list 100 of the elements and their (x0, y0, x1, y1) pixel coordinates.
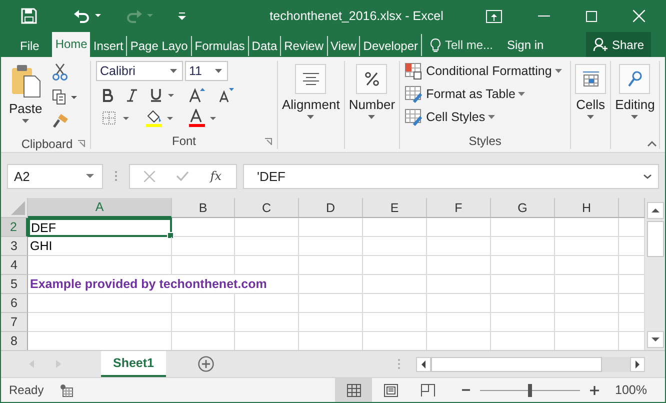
ribbon-tab[interactable]: File (1, 35, 52, 57)
close-icon[interactable] (633, 10, 645, 22)
column-header[interactable]: B (172, 198, 235, 218)
scroll-thumb[interactable] (646, 221, 664, 257)
table-cell[interactable] (491, 294, 555, 313)
table-cell[interactable] (299, 218, 363, 237)
redo-icon[interactable] (125, 8, 155, 24)
minimize-icon[interactable] (538, 15, 550, 17)
share-button[interactable]: Share (586, 32, 651, 57)
table-cell[interactable] (28, 313, 172, 332)
table-cell[interactable]: DEF (28, 218, 172, 237)
table-cell[interactable] (427, 275, 491, 294)
grow-font-icon[interactable] (189, 87, 205, 103)
styles-menu-button[interactable]: Cell Styles (405, 107, 566, 127)
table-cell[interactable] (172, 256, 235, 275)
table-cell[interactable] (299, 256, 363, 275)
table-cell[interactable] (299, 294, 363, 313)
row-header[interactable]: 5 (1, 275, 28, 294)
editing-button[interactable]: Editing (615, 61, 655, 119)
select-all-button[interactable] (1, 198, 28, 218)
view-button[interactable] (335, 378, 372, 402)
table-cell[interactable] (427, 256, 491, 275)
expand-icon[interactable] (643, 174, 652, 178)
column-header[interactable]: A (28, 198, 172, 218)
maximize-icon[interactable] (586, 10, 597, 22)
column-header[interactable]: H (555, 198, 619, 218)
alignment-button[interactable]: Alignment (282, 61, 340, 119)
ribbon-tab[interactable]: Developer (359, 36, 421, 56)
zoom-out-icon[interactable] (462, 386, 470, 394)
format-painter-icon[interactable] (52, 113, 70, 129)
tell-me-field[interactable]: Tell me... (445, 38, 501, 52)
table-cell[interactable] (491, 256, 555, 275)
table-cell[interactable] (555, 275, 619, 294)
formula-field[interactable]: 'DEF (243, 164, 659, 188)
table-cell[interactable] (363, 313, 427, 332)
table-cell[interactable] (427, 237, 491, 256)
table-cell[interactable] (363, 275, 427, 294)
customize-toolbar-icon[interactable] (177, 11, 187, 21)
bold-icon[interactable] (102, 88, 114, 102)
table-cell[interactable]: Example provided by techonthenet.com (28, 275, 299, 294)
table-cell[interactable] (235, 313, 299, 332)
styles-menu-button[interactable]: Conditional Formatting (405, 61, 566, 81)
table-cell[interactable] (172, 313, 235, 332)
table-cell[interactable] (363, 237, 427, 256)
italic-icon[interactable] (127, 88, 137, 102)
save-icon[interactable] (21, 8, 37, 24)
ribbon-tab[interactable]: Review (280, 36, 326, 56)
table-cell[interactable] (427, 313, 491, 332)
table-cell[interactable] (555, 256, 619, 275)
ribbon-tab[interactable]: Home (52, 32, 90, 57)
next-sheet-icon[interactable] (55, 360, 61, 368)
column-header[interactable]: C (235, 198, 299, 218)
dialog-launcher-icon[interactable] (265, 138, 272, 145)
styles-menu-button[interactable]: Format as Table (405, 84, 566, 104)
font-color-icon[interactable] (188, 109, 218, 127)
scroll-up-icon[interactable] (646, 202, 664, 219)
table-cell[interactable] (363, 256, 427, 275)
row-header[interactable]: 4 (1, 256, 28, 275)
table-cell[interactable] (491, 237, 555, 256)
table-cell[interactable] (491, 275, 555, 294)
ribbon-tab[interactable]: View (326, 36, 360, 56)
name-box[interactable]: A2 (7, 164, 103, 188)
font-name-dropdown[interactable]: Calibri (96, 61, 183, 81)
shrink-font-icon[interactable] (218, 87, 234, 103)
table-cell[interactable] (427, 294, 491, 313)
add-sheet-icon[interactable] (198, 356, 214, 372)
column-header[interactable]: E (363, 198, 427, 218)
table-cell[interactable]: GHI (28, 237, 172, 256)
scroll-right-icon[interactable] (630, 356, 645, 372)
ribbon-display-icon[interactable] (486, 10, 502, 22)
column-header[interactable]: G (491, 198, 555, 218)
font-size-dropdown[interactable]: 11 (185, 61, 228, 81)
table-cell[interactable] (363, 294, 427, 313)
scissors-icon[interactable] (52, 63, 68, 81)
sheet-tab[interactable]: Sheet1 (101, 351, 166, 377)
column-header[interactable]: D (299, 198, 363, 218)
sign-in-button[interactable]: Sign in (507, 34, 544, 56)
table-cell[interactable] (299, 237, 363, 256)
undo-icon[interactable] (73, 8, 103, 24)
copy-icon[interactable] (52, 89, 78, 105)
collapse-ribbon-icon[interactable] (647, 141, 657, 147)
table-cell[interactable] (235, 256, 299, 275)
macro-recording-icon[interactable] (60, 384, 73, 396)
table-cell[interactable] (555, 294, 619, 313)
number-button[interactable]: Number (348, 61, 396, 119)
row-header[interactable]: 2 (1, 218, 28, 237)
table-cell[interactable] (491, 218, 555, 237)
table-cell[interactable] (491, 313, 555, 332)
paste-button[interactable]: Paste (9, 61, 42, 137)
ribbon-tab[interactable]: Insert (90, 36, 126, 56)
table-cell[interactable] (555, 237, 619, 256)
row-header[interactable]: 3 (1, 237, 28, 256)
insert-function-button[interactable]: fx (210, 169, 222, 183)
previous-sheet-icon[interactable] (29, 360, 35, 368)
table-cell[interactable] (299, 313, 363, 332)
borders-icon[interactable] (102, 111, 132, 125)
table-cell[interactable] (427, 218, 491, 237)
table-cell[interactable] (555, 313, 619, 332)
scroll-left-icon[interactable] (416, 356, 431, 372)
table-cell[interactable] (28, 256, 172, 275)
